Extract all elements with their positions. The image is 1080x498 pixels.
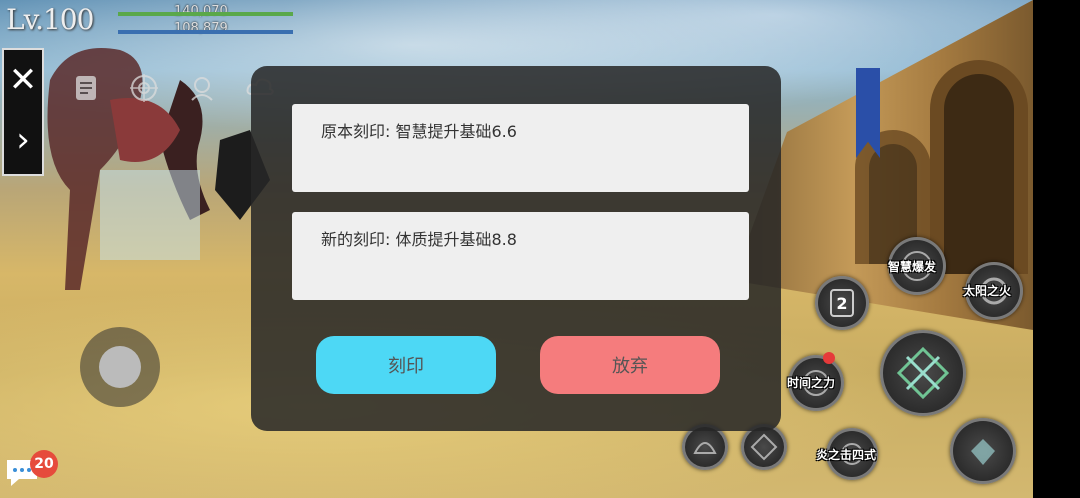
skill-label-wisdom-burst: 智慧爆发 [888, 260, 937, 274]
close-icon[interactable]: ✕ [4, 50, 42, 110]
side-panel: ✕ › [2, 48, 44, 176]
skill-ultimate-button[interactable] [950, 418, 1016, 484]
diamond-grid-icon [750, 433, 778, 461]
quest-scroll-icon[interactable] [70, 72, 102, 104]
new-imprint-box: 新的刻印: 体质提升基础8.8 [292, 212, 749, 300]
mp-bar [118, 30, 293, 34]
player-level: Lv.100 [6, 3, 94, 36]
imprint-dialog: 原本刻印: 智慧提升基础6.6 新的刻印: 体质提升基础8.8 刻印 放弃 [251, 66, 781, 431]
virtual-joystick[interactable] [80, 327, 160, 407]
skill-label-sun-fire: 太阳之火 [963, 284, 1012, 298]
monster-character[interactable] [10, 20, 280, 320]
main-attack-button[interactable] [880, 330, 966, 416]
chevron-right-icon[interactable]: › [4, 110, 42, 170]
joystick-knob[interactable] [99, 346, 141, 388]
voice-chat-icon[interactable] [186, 72, 218, 104]
imprint-confirm-label: 刻印 [388, 356, 424, 377]
imprint-confirm-button[interactable]: 刻印 [316, 336, 496, 394]
hp-bar [118, 12, 293, 16]
imprint-cancel-label: 放弃 [612, 356, 648, 377]
new-imprint-text: 新的刻印: 体质提升基础8.8 [321, 230, 517, 249]
target-icon[interactable] [128, 72, 160, 104]
helmet-icon [693, 442, 717, 454]
crossed-swords-icon [896, 346, 950, 400]
skill-slot-button[interactable]: 2 [815, 276, 869, 330]
original-imprint-text: 原本刻印: 智慧提升基础6.6 [321, 122, 517, 141]
notification-dot [823, 352, 835, 364]
skill-label-time-force: 时间之力 [787, 376, 836, 390]
original-imprint-box: 原本刻印: 智慧提升基础6.6 [292, 104, 749, 192]
wings-icon [971, 439, 995, 465]
screen-edge [1033, 0, 1080, 498]
slot-number: 2 [830, 289, 854, 317]
imprint-cancel-button[interactable]: 放弃 [540, 336, 720, 394]
chat-unread-badge: 20 [30, 450, 58, 478]
arena-arch [930, 60, 1028, 274]
skill-label-flame-strike: 炎之击四式 [816, 448, 877, 462]
